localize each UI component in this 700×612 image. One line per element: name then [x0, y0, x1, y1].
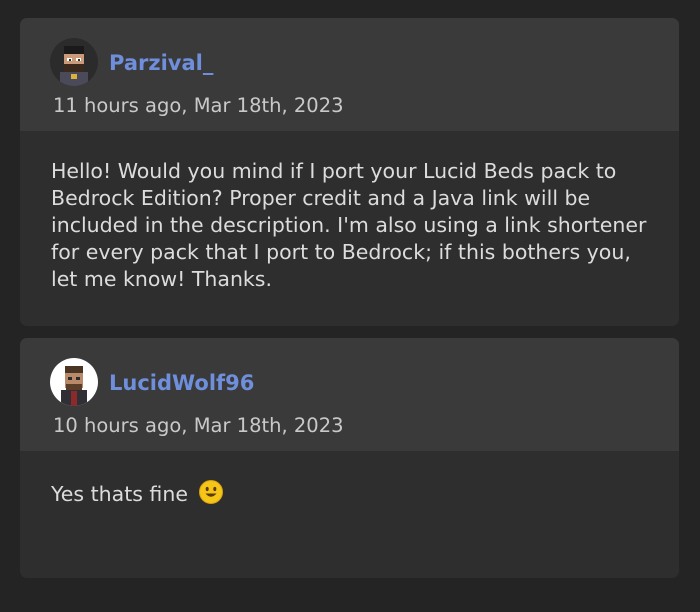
avatar[interactable] — [50, 38, 98, 86]
comment-text: Hello! Would you mind if I port your Luc… — [51, 159, 647, 291]
smiling-face-icon — [198, 480, 223, 511]
comment-card: Parzival_ 11 hours ago, Mar 18th, 2023 H… — [20, 18, 679, 326]
avatar[interactable] — [50, 358, 98, 406]
avatar-image — [50, 38, 98, 86]
comment-body: Yes thats fine — [20, 451, 679, 511]
avatar-image — [50, 358, 98, 406]
comment-card: LucidWolf96 10 hours ago, Mar 18th, 2023… — [20, 338, 679, 578]
comment-timestamp: 11 hours ago, Mar 18th, 2023 — [53, 94, 344, 117]
comment-text: Yes thats fine — [51, 482, 188, 506]
comment-header: Parzival_ 11 hours ago, Mar 18th, 2023 — [20, 18, 679, 131]
username-link[interactable]: Parzival_ — [109, 51, 213, 75]
comment-timestamp: 10 hours ago, Mar 18th, 2023 — [53, 414, 344, 437]
comment-body: Hello! Would you mind if I port your Luc… — [20, 131, 679, 293]
comment-header: LucidWolf96 10 hours ago, Mar 18th, 2023 — [20, 338, 679, 451]
username-link[interactable]: LucidWolf96 — [109, 371, 254, 395]
